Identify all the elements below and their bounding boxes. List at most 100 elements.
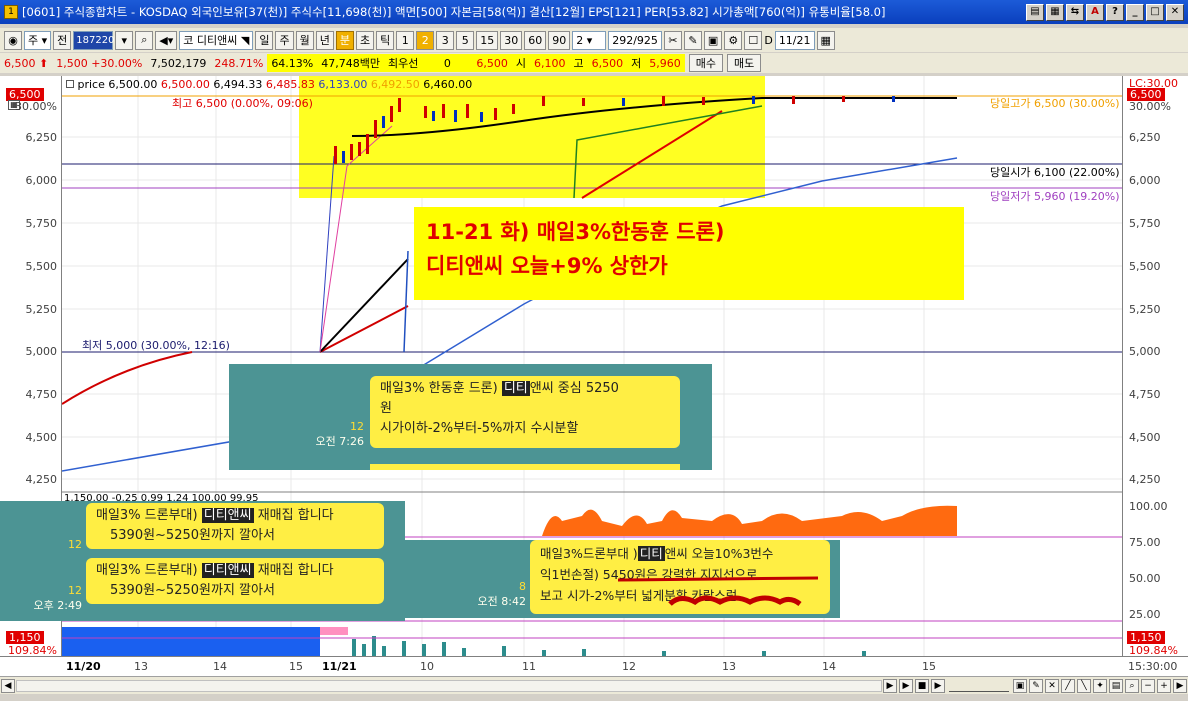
y-tick: 5,500: [25, 260, 58, 273]
minimize-button[interactable]: _: [1126, 3, 1144, 21]
y-tick: 5,750: [25, 217, 58, 230]
ma-red-jump: [319, 305, 409, 353]
date-label: 10: [420, 660, 434, 673]
y-tick: 4,500: [25, 431, 58, 444]
zoom-in-icon[interactable]: +: [1157, 678, 1171, 693]
save-icon[interactable]: ▣: [703, 30, 723, 50]
period-15[interactable]: 15: [476, 30, 499, 50]
help-icon[interactable]: ?: [1106, 3, 1124, 21]
multiplier-select[interactable]: 2 ▾: [572, 30, 607, 50]
price-info-bar: 6,500 ⬆ 1,500 +30.00% 7,502,179 248.71% …: [0, 53, 1188, 73]
zoom-search-icon[interactable]: ⌕: [1125, 678, 1139, 693]
interval-second[interactable]: 초: [355, 30, 375, 50]
draw-icon[interactable]: ✎: [683, 30, 702, 50]
link-icon[interactable]: ⇆: [1066, 3, 1084, 21]
interval-day[interactable]: 일: [255, 30, 274, 50]
period-60[interactable]: 60: [524, 30, 547, 50]
tool-e-icon[interactable]: ╲: [1077, 678, 1091, 693]
tool-c-icon[interactable]: ✕: [1045, 678, 1059, 693]
chart-scrollbar[interactable]: ◀ ▶ ▶ ■ ▶ ▣ ✎ ✕ ╱ ╲ ✦ ▤ ⌕ − + ▶: [0, 676, 1188, 694]
open-price: 6,100: [530, 54, 570, 72]
last-icon[interactable]: ▶: [931, 678, 945, 693]
period-3[interactable]: 3: [436, 30, 455, 50]
tools-icon[interactable]: ✂: [663, 30, 682, 50]
high-label: 고: [569, 54, 588, 72]
volume: 7,502,179: [150, 56, 207, 70]
tile-icon[interactable]: ▦: [1046, 3, 1064, 21]
date-label: 15: [922, 660, 936, 673]
tool-a-icon[interactable]: ▣: [1013, 678, 1027, 693]
date-label: 11/20: [66, 660, 101, 673]
interval-week[interactable]: 주: [275, 30, 294, 50]
date-checkbox[interactable]: ☐: [744, 30, 763, 50]
price-legend: price 6,500.00 6,500.00 6,494.33 6,485.8…: [66, 78, 472, 91]
chat-3-meta: 12 오후 2:49: [33, 584, 82, 612]
y-tick-right: 5,250: [1129, 303, 1161, 316]
tool-b-icon[interactable]: ✎: [1029, 678, 1043, 693]
ma-black-jump: [319, 258, 409, 353]
y-tick-right: 6,250: [1129, 131, 1161, 144]
search-icon[interactable]: ⌕: [135, 30, 154, 50]
interval-month[interactable]: 월: [295, 30, 314, 50]
zoom-slider[interactable]: [949, 680, 1009, 692]
font-icon[interactable]: A: [1086, 3, 1104, 21]
left-vol-tag: 1,150: [6, 631, 44, 644]
zoom-out-icon[interactable]: −: [1141, 678, 1155, 693]
trade-amount: 47,748백만: [317, 54, 384, 72]
period-1[interactable]: 1: [396, 30, 415, 50]
prev-button[interactable]: 전: [53, 30, 72, 50]
interval-tick[interactable]: 틱: [376, 30, 395, 50]
stock-name-field[interactable]: 코 디티앤씨 ◥: [179, 30, 254, 50]
close-button[interactable]: ✕: [1166, 3, 1184, 21]
sound-icon[interactable]: ◀▾: [155, 30, 178, 50]
date-label: 11/21: [322, 660, 357, 673]
calendar-icon[interactable]: ▦: [816, 30, 835, 50]
period-5[interactable]: 5: [456, 30, 475, 50]
chart-area[interactable]: 6,500 ▦ 30.00% 6,250 6,000 5,750 5,500 5…: [0, 76, 1188, 676]
right-vol-tag: 1,150: [1127, 631, 1165, 644]
sell-button[interactable]: 매도: [727, 54, 762, 72]
date-label: D: [764, 33, 773, 47]
scroll-right-icon[interactable]: ▶: [1173, 678, 1187, 693]
open-label: 시: [511, 54, 530, 72]
interval-year[interactable]: 년: [315, 30, 334, 50]
first-icon[interactable]: ▶: [883, 678, 897, 693]
tool-f-icon[interactable]: ✦: [1093, 678, 1107, 693]
mode-select[interactable]: 주 ▾: [24, 30, 52, 50]
date-axis: 11/20 13 14 15 11/21 10 11 12 13 14 15 1…: [0, 656, 1188, 676]
chart-toolbar: ◉ 주 ▾ 전 187220 ▾ ⌕ ◀▾ 코 디티앤씨 ◥ 일 주 월 년 분…: [0, 28, 1188, 52]
tool-d-icon[interactable]: ╱: [1061, 678, 1075, 693]
period-2[interactable]: 2: [416, 30, 435, 50]
y-tick: 5,250: [25, 303, 58, 316]
maximize-button[interactable]: □: [1146, 3, 1164, 21]
code-dropdown-icon[interactable]: ▾: [115, 30, 134, 50]
volume-block: [62, 627, 320, 656]
count-field[interactable]: 292/925: [608, 30, 662, 50]
volume-bars: [352, 636, 866, 656]
period-30[interactable]: 30: [500, 30, 523, 50]
day-low-label: 당일저가 5,960 (19.20%): [990, 190, 1120, 203]
scroll-left-icon[interactable]: ◀: [1, 678, 15, 693]
y-tick-right: 4,250: [1129, 473, 1161, 486]
stop-icon[interactable]: ■: [915, 678, 929, 693]
right-pct-label: 30.00%: [1129, 100, 1171, 113]
play-icon[interactable]: ▶: [899, 678, 913, 693]
period-90[interactable]: 90: [548, 30, 571, 50]
date-input[interactable]: 11/21: [774, 30, 815, 50]
chat-4-meta: 8 오전 8:42: [477, 580, 526, 608]
stock-code-input[interactable]: 187220: [73, 30, 114, 50]
gear-icon[interactable]: ⚙: [724, 30, 743, 50]
note-box: 11-21 화) 매일3%한동훈 드론) 디티앤씨 오늘+9% 상한가: [414, 207, 964, 300]
osc-area: [542, 505, 957, 536]
title-bar: 1 [0601] 주식종합차트 - KOSDAQ 외국인보유[37(천)] 주식…: [0, 0, 1188, 24]
osc-tick: 25.00: [1129, 608, 1161, 621]
layout-icon[interactable]: ▤: [1026, 3, 1044, 21]
date-label: 13: [722, 660, 736, 673]
chart-menu-icon[interactable]: ◉: [4, 30, 22, 50]
high-price: 6,500: [587, 54, 628, 72]
interval-minute[interactable]: 분: [335, 30, 354, 50]
tool-g-icon[interactable]: ▤: [1109, 678, 1123, 693]
chat-bubble-1: 매일3% 한동훈 드론) 디티 앤씨 중심 5250 원 시가이하-2%부터-5%…: [370, 376, 680, 448]
scroll-track[interactable]: [16, 679, 882, 692]
buy-button[interactable]: 매수: [688, 54, 723, 72]
